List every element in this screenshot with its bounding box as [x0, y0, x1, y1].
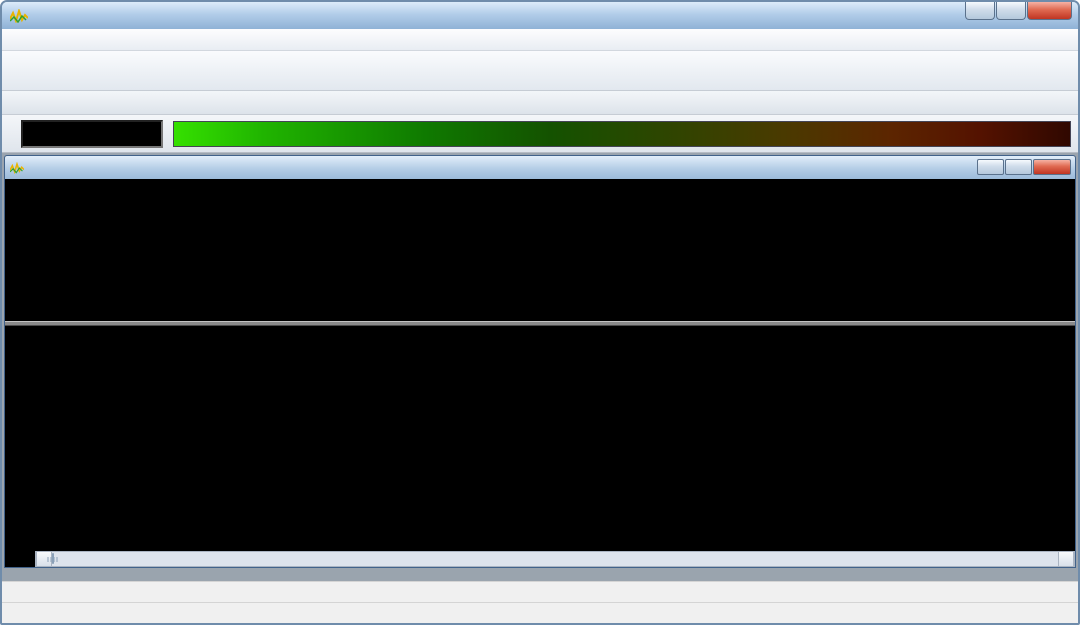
goldwave-window	[0, 0, 1080, 625]
left-channel-row	[5, 179, 1075, 321]
status-bar-1	[2, 581, 1078, 602]
close-button[interactable]	[1027, 2, 1072, 20]
overview-spacer	[5, 496, 35, 536]
amplitude-axis-right-channel	[5, 326, 43, 476]
status-bar-2	[2, 602, 1078, 623]
overview-time-axis	[5, 536, 1075, 551]
document-minimize-button[interactable]	[977, 159, 1004, 175]
amplitude-axis-left-channel	[5, 179, 43, 321]
goldwave-logo-icon	[10, 9, 28, 23]
document-maximize-button[interactable]	[1005, 159, 1032, 175]
document-close-button[interactable]	[1033, 159, 1071, 175]
right-channel-row	[5, 326, 1075, 476]
waveform-left-channel[interactable]	[43, 179, 1075, 321]
minimize-button[interactable]	[965, 2, 995, 20]
effects-toolbar	[2, 91, 1078, 115]
level-meter	[173, 121, 1071, 147]
horizontal-scrollbar	[35, 551, 1075, 567]
mdi-area	[2, 153, 1078, 581]
overview-row	[5, 494, 1075, 536]
window-controls	[965, 2, 1072, 20]
document-window	[4, 155, 1076, 568]
scroll-right-icon[interactable]	[1058, 552, 1074, 566]
scrollbar-track[interactable]	[52, 552, 1058, 566]
title-bar[interactable]	[2, 2, 1078, 29]
document-body	[5, 179, 1075, 567]
menu-bar	[2, 29, 1078, 51]
time-display	[21, 120, 163, 148]
waveform-right-channel[interactable]	[43, 326, 1075, 476]
control-toolbar	[2, 115, 1078, 153]
scrollbar-thumb[interactable]	[52, 553, 54, 564]
main-toolbar	[2, 51, 1078, 91]
document-title-bar[interactable]	[5, 156, 1075, 179]
time-axis	[5, 476, 1075, 494]
document-window-controls	[977, 159, 1071, 175]
maximize-button[interactable]	[996, 2, 1026, 20]
overview-waveform[interactable]	[35, 496, 1075, 536]
scrollbar-grip-icon	[48, 557, 59, 562]
document-file-icon	[10, 162, 24, 174]
